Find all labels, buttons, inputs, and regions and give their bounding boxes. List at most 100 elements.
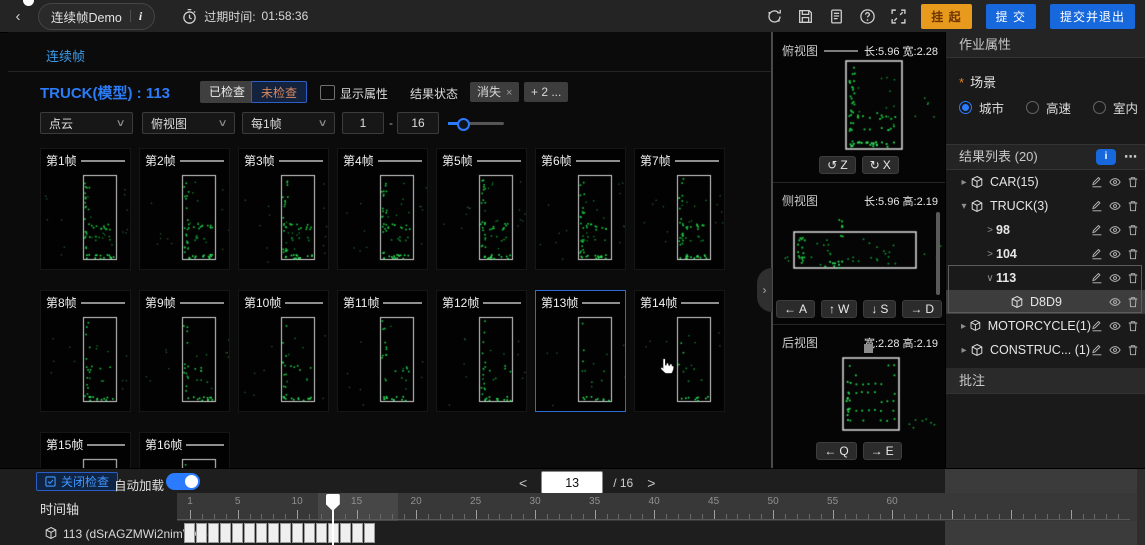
rotate-z-button[interactable]: ↺ Z <box>819 156 856 174</box>
frame-thumbnail-3[interactable]: 第3帧 <box>238 148 329 270</box>
slider-knob[interactable] <box>457 117 470 131</box>
task-title-pill[interactable]: 连续帧Demo i <box>38 2 156 30</box>
pointcloud-select[interactable]: 点云 ∨ <box>40 112 133 134</box>
status-tag-more[interactable]: + 2 ... <box>524 82 569 102</box>
autoload-toggle[interactable] <box>166 473 200 490</box>
eye-icon[interactable] <box>1109 176 1121 188</box>
edit-icon[interactable] <box>1091 176 1103 188</box>
viewmode-select[interactable]: 俯视图 ∨ <box>142 112 235 134</box>
range-to-input[interactable] <box>397 112 439 134</box>
trash-icon[interactable] <box>1127 344 1139 356</box>
submit-exit-button[interactable]: 提交并退出 <box>1049 3 1135 29</box>
trash-icon[interactable] <box>1127 224 1139 236</box>
back-icon[interactable]: ‹ <box>10 8 26 25</box>
frame-thumbnail-12[interactable]: 第12帧 <box>436 290 527 412</box>
checked-filter-button[interactable]: 已检查 <box>200 81 255 103</box>
frame-thumbnail-6[interactable]: 第6帧 <box>535 148 626 270</box>
topview-canvas[interactable] <box>782 58 945 152</box>
current-frame-input[interactable] <box>541 471 604 494</box>
show-attributes-checkbox[interactable] <box>320 85 335 100</box>
submit-button[interactable]: 提 交 <box>985 3 1036 29</box>
caret-icon[interactable]: ▸ <box>958 321 969 332</box>
more-options-icon[interactable]: ⋯ <box>1124 144 1138 170</box>
tag-close-icon[interactable]: × <box>506 87 512 99</box>
track-frame-block-14[interactable] <box>340 523 351 543</box>
caret-icon[interactable]: > <box>984 225 996 236</box>
trash-icon[interactable] <box>1127 248 1139 260</box>
caret-icon[interactable]: > <box>984 249 996 260</box>
frame-thumbnail-8[interactable]: 第8帧 <box>40 290 131 412</box>
prev-frame-button[interactable]: < <box>515 475 531 491</box>
track-frame-block-15[interactable] <box>352 523 363 543</box>
eye-icon[interactable] <box>1109 272 1121 284</box>
collapse-handle[interactable]: › <box>757 268 772 312</box>
eye-icon[interactable] <box>1109 344 1121 356</box>
eye-icon[interactable] <box>1109 248 1121 260</box>
caret-icon[interactable]: ▾ <box>958 201 970 212</box>
info-icon[interactable]: i <box>139 9 142 24</box>
track-frame-block-11[interactable] <box>304 523 315 543</box>
track-frame-block-5[interactable] <box>232 523 243 543</box>
radio-indoor[interactable]: 室内 <box>1093 98 1138 117</box>
rotate-e-button[interactable]: → E <box>862 442 902 460</box>
frame-thumbnail-15[interactable]: 第15帧 <box>40 432 131 468</box>
move-right-button[interactable]: → D <box>902 300 943 318</box>
suspend-button[interactable]: 挂 起 <box>921 3 972 29</box>
trash-icon[interactable] <box>1127 320 1139 332</box>
move-up-button[interactable]: ↑ W <box>821 300 858 318</box>
track-frame-block-3[interactable] <box>208 523 219 543</box>
frame-thumbnail-2[interactable]: 第2帧 <box>139 148 230 270</box>
track-frame-block-7[interactable] <box>256 523 267 543</box>
frame-size-slider[interactable] <box>448 117 504 131</box>
eye-icon[interactable] <box>1109 200 1121 212</box>
track-frame-block-13[interactable] <box>328 523 339 543</box>
trash-icon[interactable] <box>1127 176 1139 188</box>
move-left-button[interactable]: ← A <box>775 300 815 318</box>
track-frame-block-12[interactable] <box>316 523 327 543</box>
track-frame-block-4[interactable] <box>220 523 231 543</box>
result-item-98[interactable]: >98 <box>946 218 1145 242</box>
track-frame-block-9[interactable] <box>280 523 291 543</box>
eye-icon[interactable] <box>1109 320 1121 332</box>
frame-thumbnail-5[interactable]: 第5帧 <box>436 148 527 270</box>
rotate-q-button[interactable]: ← Q <box>816 442 857 460</box>
edit-icon[interactable] <box>1091 344 1103 356</box>
edit-icon[interactable] <box>1091 200 1103 212</box>
edit-icon[interactable] <box>1091 224 1103 236</box>
edit-icon[interactable] <box>1091 272 1103 284</box>
frame-thumbnail-10[interactable]: 第10帧 <box>238 290 329 412</box>
track-frame-block-1[interactable] <box>184 523 195 543</box>
track-frame-block-16[interactable] <box>364 523 375 543</box>
frame-thumbnail-7[interactable]: 第7帧 <box>634 148 725 270</box>
result-item-113[interactable]: ∨ 113 <box>946 266 1145 290</box>
trash-icon[interactable] <box>1127 296 1139 308</box>
save-icon[interactable] <box>797 8 814 25</box>
tab-continuous-frames[interactable]: 连续帧 <box>46 46 85 65</box>
frame-thumbnail-9[interactable]: 第9帧 <box>139 290 230 412</box>
caret-icon[interactable]: ▸ <box>958 345 970 356</box>
track-frame-block-10[interactable] <box>292 523 303 543</box>
fullscreen-icon[interactable] <box>890 8 907 25</box>
help-icon[interactable] <box>859 8 876 25</box>
eye-icon[interactable] <box>1109 296 1121 308</box>
document-icon[interactable] <box>828 8 845 25</box>
edit-icon[interactable] <box>1091 320 1103 332</box>
result-item-construc-1[interactable]: ▸ CONSTRUC... (1) <box>946 338 1145 362</box>
track-frame-block-2[interactable] <box>196 523 207 543</box>
frame-thumbnail-16[interactable]: 第16帧 <box>139 432 230 468</box>
result-item-motorcycle-1[interactable]: ▸ MOTORCYCLE(1) <box>946 314 1145 338</box>
radio-city[interactable]: 城市 <box>959 98 1004 117</box>
sync-icon[interactable] <box>766 8 783 25</box>
info-badge-button[interactable]: i <box>1096 149 1116 165</box>
status-tag-disappear[interactable]: 消失 × <box>470 82 520 102</box>
next-frame-button[interactable]: > <box>643 475 659 491</box>
trash-icon[interactable] <box>1127 200 1139 212</box>
rearview-anchor-square[interactable] <box>864 344 873 353</box>
caret-icon[interactable]: ∨ <box>984 273 996 284</box>
close-check-button[interactable]: 关闭检查 <box>36 472 119 491</box>
sideview-scrollbar[interactable] <box>936 212 940 295</box>
eye-icon[interactable] <box>1109 224 1121 236</box>
range-from-input[interactable] <box>342 112 384 134</box>
result-item-d8d9[interactable]: D8D9 <box>946 290 1145 314</box>
frame-thumbnail-13[interactable]: 第13帧 <box>535 290 626 412</box>
